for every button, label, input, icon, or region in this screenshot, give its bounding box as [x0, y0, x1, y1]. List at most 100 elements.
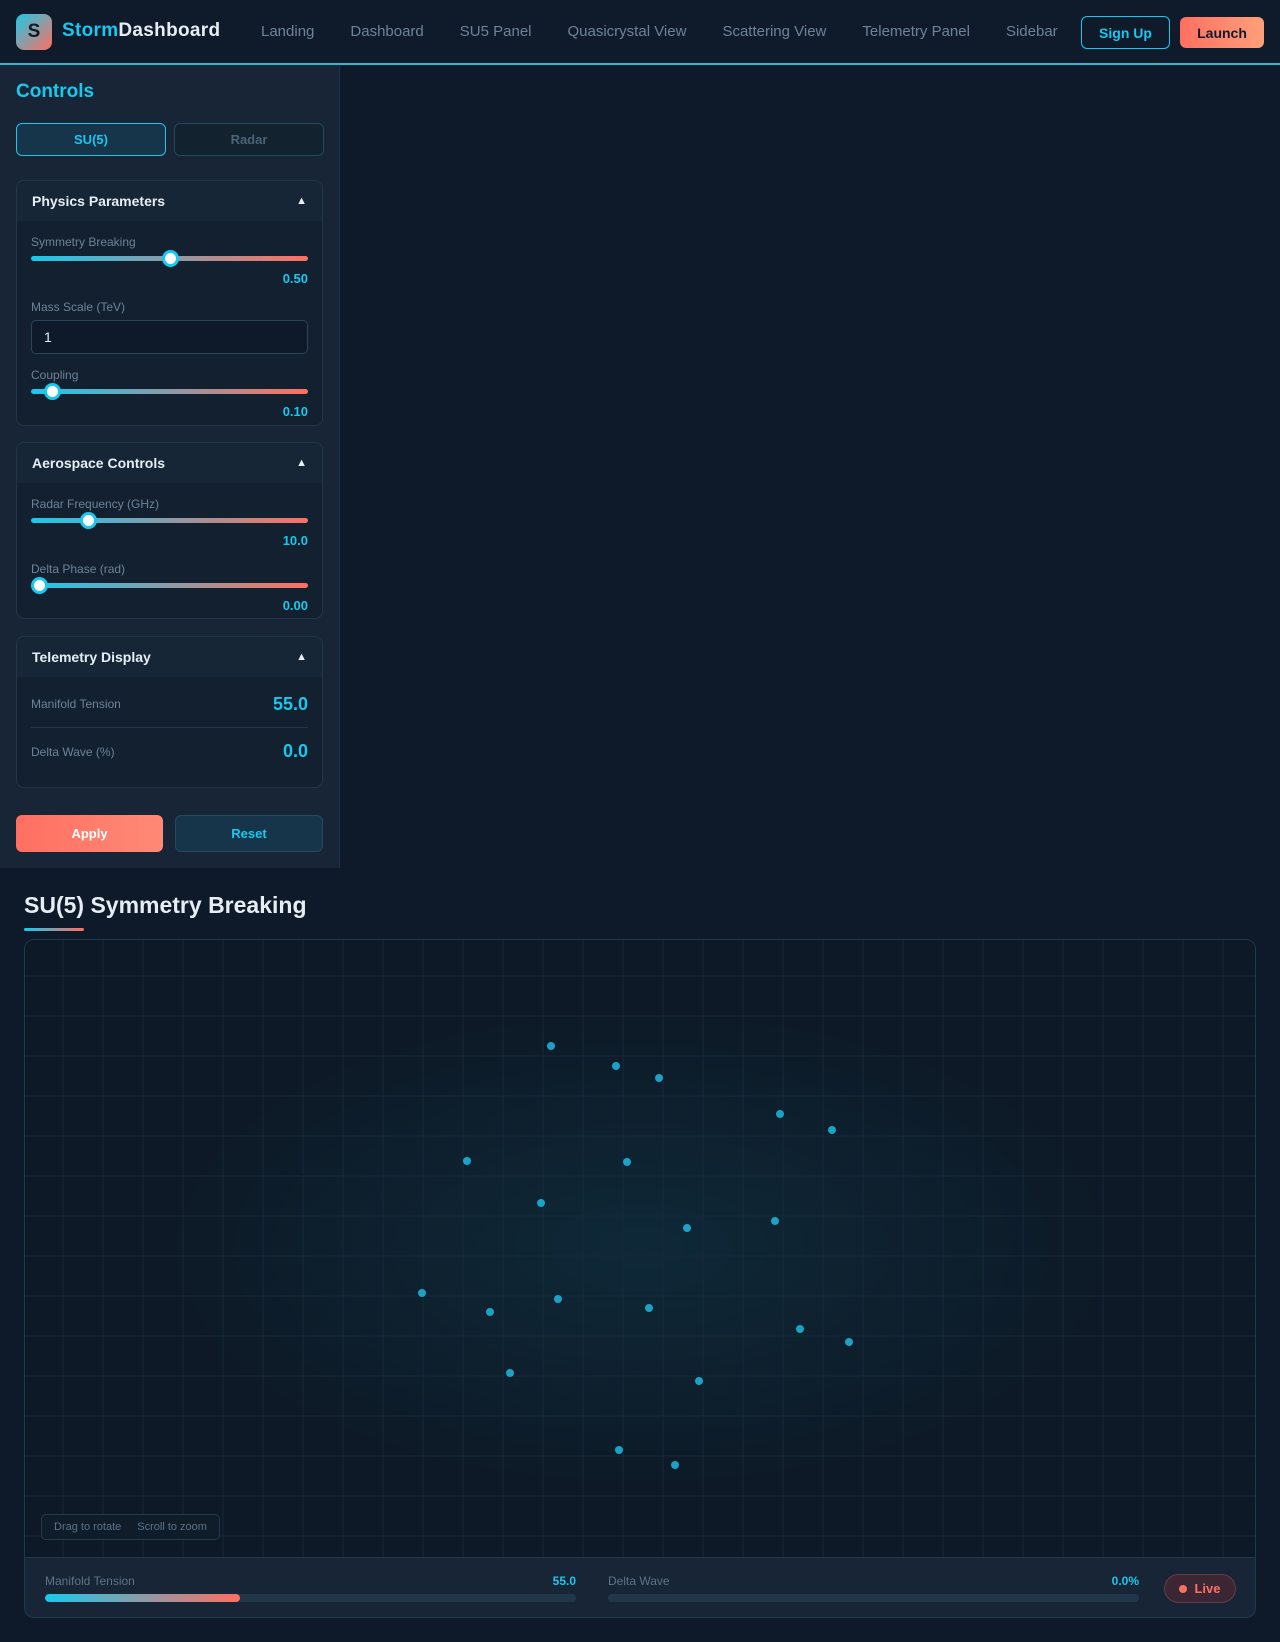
live-label: Live [1194, 1581, 1221, 1596]
delta-wave-stat: Delta Wave 0.0% [608, 1574, 1139, 1602]
particle-point [845, 1338, 853, 1346]
physics-parameters-panel: Physics Parameters ▲ Symmetry Breaking 0… [16, 180, 323, 426]
nav-item-dashboard[interactable]: Dashboard [350, 23, 423, 40]
telemetry-row: Delta Wave (%) 0.0 [31, 728, 308, 775]
telemetry-display-header[interactable]: Telemetry Display ▲ [17, 637, 322, 677]
section-title: SU(5) Symmetry Breaking [24, 892, 307, 918]
title-underline [24, 928, 84, 931]
delta-wave-stat-label: Delta Wave [608, 1574, 670, 1588]
hint-zoom: Scroll to zoom [137, 1521, 207, 1533]
brand-name-part2: Dashboard [118, 20, 221, 41]
delta-wave-value: 0.0 [282, 741, 308, 761]
nav-item-scattering-view[interactable]: Scattering View [722, 23, 826, 40]
slider-thumb[interactable] [161, 250, 179, 267]
delta-phase-label: Delta Phase (rad) [31, 562, 126, 576]
manifold-tension-stat-value: 55.0 [552, 1574, 576, 1588]
delta-phase-value: 0.00 [282, 598, 308, 613]
coupling-label: Coupling [31, 368, 79, 382]
tab-su5[interactable]: SU(5) [16, 123, 166, 156]
radar-frequency-slider[interactable] [31, 512, 308, 529]
panel-title: Telemetry Display [32, 649, 151, 665]
particle-point [463, 1157, 471, 1165]
controls-sidebar: Controls SU(5) Radar Physics Parameters … [0, 65, 340, 868]
manifold-tension-stat: Manifold Tension 55.0 [45, 1574, 576, 1602]
particle-plot [25, 940, 1255, 1557]
visualization-card: Drag to rotate Scroll to zoom Manifold T… [24, 939, 1256, 1618]
delta-wave-label: Delta Wave (%) [31, 744, 115, 759]
brand-name-part1: Storm [62, 20, 119, 41]
particle-point [547, 1042, 555, 1050]
apply-button[interactable]: Apply [16, 815, 163, 852]
symmetry-breaking-label: Symmetry Breaking [31, 235, 136, 249]
symmetry-breaking-value: 0.50 [282, 271, 308, 286]
manifold-tension-bar [45, 1594, 576, 1602]
particle-point [615, 1446, 623, 1454]
telemetry-display-panel: Telemetry Display ▲ Manifold Tension 55.… [16, 636, 323, 788]
radar-frequency-label: Radar Frequency (GHz) [31, 497, 160, 511]
manifold-tension-fill [45, 1594, 240, 1602]
brand-name: StormDashboard [62, 20, 220, 42]
manifold-tension-label: Manifold Tension [31, 697, 121, 711]
sign-up-button[interactable]: Sign Up [1081, 16, 1170, 49]
delta-wave-stat-value: 0.0% [1111, 1574, 1139, 1588]
particle-point [554, 1295, 562, 1303]
aerospace-controls-panel: Aerospace Controls ▲ Radar Frequency (GH… [16, 442, 323, 619]
telemetry-row: Manifold Tension 55.0 [31, 681, 308, 728]
symmetry-breaking-slider[interactable] [31, 250, 308, 267]
chevron-up-icon: ▲ [296, 195, 307, 207]
nav-item-su5-panel[interactable]: SU5 Panel [460, 23, 532, 40]
manifold-tension-value: 55.0 [272, 693, 308, 714]
hint-rotate: Drag to rotate [54, 1521, 122, 1533]
radar-frequency-value: 10.0 [282, 533, 308, 548]
particle-point [418, 1289, 426, 1297]
reset-button[interactable]: Reset [175, 815, 323, 852]
nav-item-sidebar[interactable]: Sidebar [1006, 23, 1058, 40]
mass-scale-label: Mass Scale (TeV) [31, 300, 126, 314]
interaction-hint: Drag to rotate Scroll to zoom [41, 1514, 220, 1540]
particle-point [645, 1304, 653, 1312]
aerospace-controls-header[interactable]: Aerospace Controls ▲ [17, 443, 322, 483]
live-dot-icon [1179, 1584, 1188, 1593]
slider-thumb[interactable] [43, 383, 61, 400]
particle-point [796, 1325, 804, 1333]
particle-point [828, 1126, 836, 1134]
particle-point [623, 1158, 631, 1166]
particle-point [537, 1199, 545, 1207]
manifold-tension-stat-label: Manifold Tension [45, 1574, 135, 1588]
slider-track [31, 389, 308, 394]
particle-point [486, 1308, 494, 1316]
particle-point [771, 1217, 779, 1225]
chevron-up-icon: ▲ [296, 651, 307, 663]
coupling-value: 0.10 [282, 404, 308, 419]
particle-point [506, 1369, 514, 1377]
mass-scale-input[interactable] [31, 320, 308, 354]
delta-wave-bar [608, 1594, 1139, 1602]
launch-button[interactable]: Launch [1180, 17, 1264, 48]
tab-radar[interactable]: Radar [174, 123, 324, 156]
visualization-canvas[interactable]: Drag to rotate Scroll to zoom [25, 940, 1255, 1557]
physics-parameters-header[interactable]: Physics Parameters ▲ [17, 181, 322, 221]
live-badge: Live [1164, 1574, 1236, 1603]
coupling-slider[interactable] [31, 383, 308, 400]
delta-phase-slider[interactable] [31, 577, 308, 594]
nav-item-landing[interactable]: Landing [261, 23, 314, 40]
particle-point [683, 1224, 691, 1232]
nav-item-telemetry-panel[interactable]: Telemetry Panel [862, 23, 970, 40]
particle-point [671, 1461, 679, 1469]
particle-point [776, 1110, 784, 1118]
particle-point [695, 1377, 703, 1385]
chevron-up-icon: ▲ [296, 457, 307, 469]
main-nav: Landing Dashboard SU5 Panel Quasicrystal… [243, 0, 1076, 63]
panel-title: Physics Parameters [32, 193, 166, 209]
nav-item-quasicrystal-view[interactable]: Quasicrystal View [568, 23, 687, 40]
particle-point [612, 1062, 620, 1070]
slider-thumb[interactable] [79, 512, 97, 529]
slider-track [31, 518, 308, 523]
stats-bar: Manifold Tension 55.0 Delta Wave 0.0% Li… [25, 1557, 1255, 1617]
logo-icon: S [16, 14, 52, 50]
top-navbar: S StormDashboard Landing Dashboard SU5 P… [0, 0, 1280, 65]
slider-thumb[interactable] [31, 577, 49, 594]
panel-title: Aerospace Controls [32, 455, 166, 471]
slider-track [31, 583, 308, 588]
sidebar-title: Controls [16, 81, 95, 102]
